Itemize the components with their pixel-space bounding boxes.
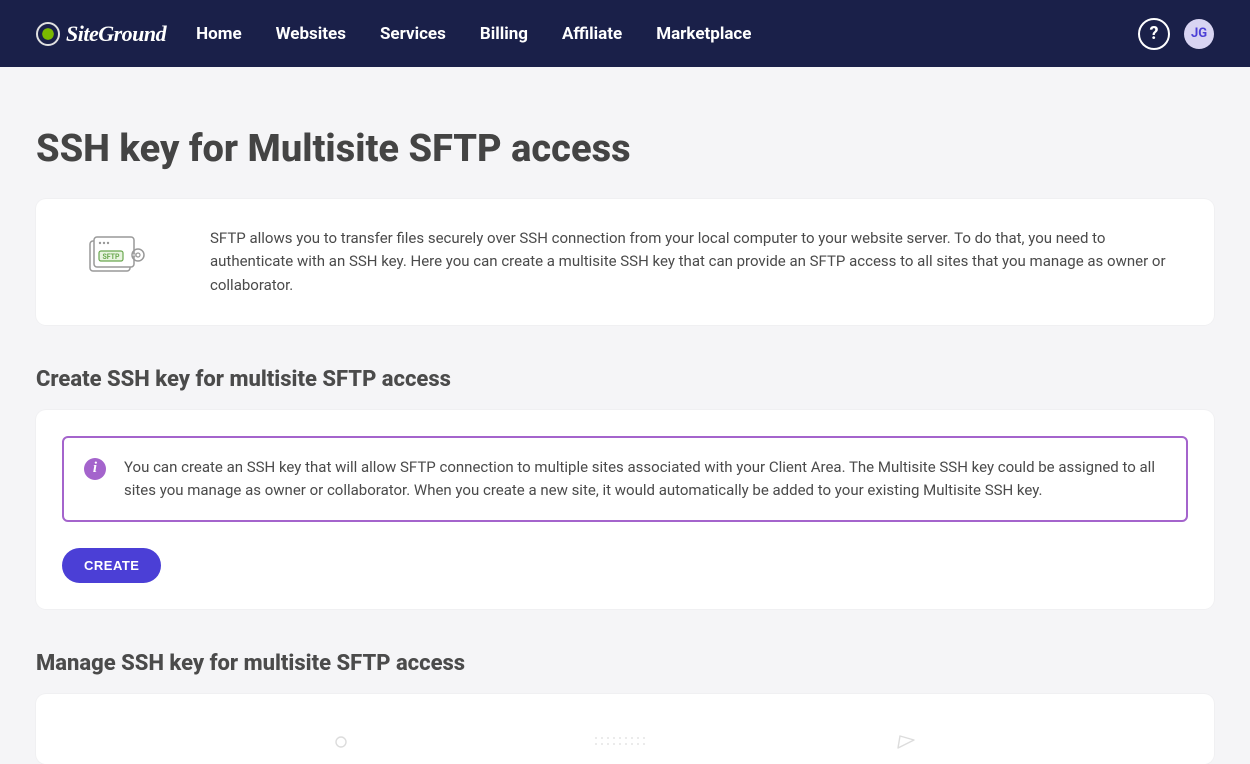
info-box: i You can create an SSH key that will al… xyxy=(62,436,1188,523)
nav-marketplace[interactable]: Marketplace xyxy=(656,24,751,44)
topbar-right: ? JG xyxy=(1138,18,1214,50)
intro-card: SFTP SFTP allows you to transfer files s… xyxy=(36,199,1214,325)
doodle-dots-icon xyxy=(592,734,652,754)
avatar[interactable]: JG xyxy=(1184,19,1214,49)
doodle-circle-icon xyxy=(334,734,348,754)
nav-billing[interactable]: Billing xyxy=(480,24,528,44)
brand-logo[interactable]: SiteGround xyxy=(36,21,166,47)
info-text: You can create an SSH key that will allo… xyxy=(124,456,1166,503)
manage-card xyxy=(36,694,1214,764)
create-button[interactable]: CREATE xyxy=(62,548,161,583)
logo-swirl-icon xyxy=(36,22,60,46)
page-content: SSH key for Multisite SFTP access SFTP S… xyxy=(0,127,1250,764)
help-icon: ? xyxy=(1150,23,1159,44)
sftp-badge-text: SFTP xyxy=(102,253,120,261)
intro-text: SFTP allows you to transfer files secure… xyxy=(210,227,1178,297)
main-nav: Home Websites Services Billing Affiliate… xyxy=(196,24,751,44)
sftp-illustration-icon: SFTP xyxy=(72,227,162,281)
nav-websites[interactable]: Websites xyxy=(276,24,346,44)
page-title: SSH key for Multisite SFTP access xyxy=(36,127,1214,171)
create-section-heading: Create SSH key for multisite SFTP access xyxy=(36,367,1214,392)
manage-section-heading: Manage SSH key for multisite SFTP access xyxy=(36,651,1214,676)
nav-home[interactable]: Home xyxy=(196,24,242,44)
info-icon: i xyxy=(84,458,106,480)
top-navigation: SiteGround Home Websites Services Billin… xyxy=(0,0,1250,67)
help-button[interactable]: ? xyxy=(1138,18,1170,50)
doodle-triangle-icon xyxy=(896,734,916,754)
avatar-initials: JG xyxy=(1191,26,1207,41)
nav-affiliate[interactable]: Affiliate xyxy=(562,24,622,44)
empty-state-illustration xyxy=(72,724,1178,754)
brand-name: SiteGround xyxy=(66,21,166,47)
nav-services[interactable]: Services xyxy=(380,24,446,44)
create-card: i You can create an SSH key that will al… xyxy=(36,410,1214,610)
